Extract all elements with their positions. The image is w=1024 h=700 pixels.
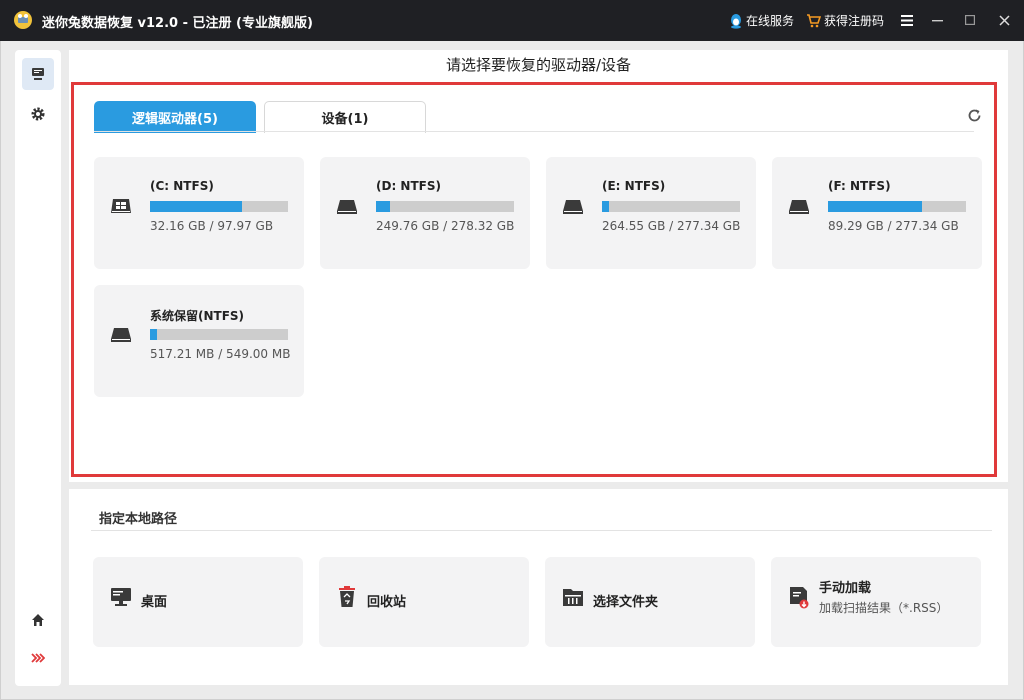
drive-card-c[interactable]: (C: NTFS) 32.16 GB / 97.97 GB bbox=[94, 157, 304, 269]
drive-monitor-icon bbox=[32, 68, 44, 80]
cart-icon bbox=[807, 14, 821, 28]
location-recycle-bin[interactable]: 回收站 bbox=[319, 557, 529, 647]
refresh-button[interactable] bbox=[964, 105, 984, 125]
app-logo-icon bbox=[14, 11, 32, 29]
online-service-label: 在线服务 bbox=[746, 14, 795, 28]
location-desktop[interactable]: 桌面 bbox=[93, 557, 303, 647]
drive-name: (E: NTFS) bbox=[602, 179, 666, 193]
usage-bar bbox=[150, 201, 288, 212]
location-select-folder[interactable]: 选择文件夹 bbox=[545, 557, 755, 647]
drive-card-d[interactable]: (D: NTFS) 249.76 GB / 278.32 GB bbox=[320, 157, 530, 269]
section-divider bbox=[91, 530, 992, 531]
double-chevron-right-icon bbox=[31, 653, 45, 663]
load-file-icon bbox=[790, 587, 809, 609]
drive-name: 系统保留(NTFS) bbox=[150, 309, 245, 323]
folder-icon bbox=[563, 589, 583, 606]
usage-fill bbox=[828, 201, 922, 212]
tab-devices[interactable]: 设备(1) bbox=[264, 101, 426, 133]
location-label: 手动加载 bbox=[819, 581, 872, 596]
online-service-button[interactable]: 在线服务 bbox=[729, 12, 794, 29]
location-label: 选择文件夹 bbox=[593, 595, 659, 610]
drive-name: (C: NTFS) bbox=[150, 179, 214, 193]
menu-button[interactable] bbox=[896, 8, 918, 32]
sidebar-recover-button[interactable] bbox=[22, 58, 54, 90]
section-title: 指定本地路径 bbox=[99, 512, 178, 527]
minimize-button[interactable] bbox=[926, 8, 948, 32]
usage-bar bbox=[376, 201, 514, 212]
drive-size: 517.21 MB / 549.00 MB bbox=[150, 347, 291, 361]
hamburger-icon bbox=[901, 14, 913, 26]
gear-icon bbox=[31, 107, 45, 121]
windows-drive-icon bbox=[111, 199, 131, 213]
minimize-icon bbox=[931, 19, 943, 21]
usage-fill bbox=[150, 329, 157, 340]
drive-icon bbox=[111, 328, 131, 342]
drive-size: 89.29 GB / 277.34 GB bbox=[828, 219, 959, 233]
close-button[interactable] bbox=[993, 8, 1015, 32]
drive-name: (D: NTFS) bbox=[376, 179, 441, 193]
home-icon bbox=[32, 614, 44, 626]
drive-selection-area: 逻辑驱动器(5) 设备(1) (C: NTFS) 32.16 GB / 97.9… bbox=[71, 82, 997, 477]
location-sublabel: 加载扫描结果（*.RSS） bbox=[819, 601, 949, 615]
page-title: 请选择要恢复的驱动器/设备 bbox=[445, 56, 632, 74]
drive-size: 264.55 GB / 277.34 GB bbox=[602, 219, 741, 233]
local-path-panel: 指定本地路径 桌面 回收站 选择文件夹 手动加载 加载扫描结果（*.RSS） bbox=[69, 489, 1008, 685]
location-label: 桌面 bbox=[141, 595, 168, 610]
maximize-icon bbox=[965, 15, 975, 25]
drive-size: 32.16 GB / 97.97 GB bbox=[150, 219, 274, 233]
sidebar-expand-button[interactable] bbox=[22, 642, 54, 674]
drive-name: (F: NTFS) bbox=[828, 179, 891, 193]
get-code-button[interactable]: 获得注册码 bbox=[806, 12, 884, 29]
usage-fill bbox=[602, 201, 609, 212]
drive-card-system-reserved[interactable]: 系统保留(NTFS) 517.21 MB / 549.00 MB bbox=[94, 285, 304, 397]
title-bar: 迷你兔数据恢复 v12.0 - 已注册 (专业旗舰版) 在线服务 获得注册码 bbox=[0, 0, 1024, 41]
drive-icon bbox=[563, 200, 583, 214]
qq-penguin-icon bbox=[731, 13, 741, 29]
desktop-icon bbox=[111, 588, 131, 606]
sidebar-settings-button[interactable] bbox=[22, 98, 54, 130]
recycle-bin-icon bbox=[339, 586, 355, 607]
drive-icon bbox=[337, 200, 357, 214]
usage-fill bbox=[150, 201, 243, 212]
drive-card-e[interactable]: (E: NTFS) 264.55 GB / 277.34 GB bbox=[546, 157, 756, 269]
usage-bar bbox=[150, 329, 288, 340]
refresh-icon bbox=[968, 109, 980, 121]
get-code-label: 获得注册码 bbox=[824, 14, 885, 28]
close-icon bbox=[998, 14, 1010, 26]
maximize-button[interactable] bbox=[959, 8, 981, 32]
usage-bar bbox=[828, 201, 966, 212]
sidebar bbox=[15, 50, 61, 686]
tab-divider bbox=[94, 131, 974, 132]
usage-fill bbox=[376, 201, 390, 212]
location-label: 回收站 bbox=[367, 595, 407, 610]
window-title: 迷你兔数据恢复 v12.0 - 已注册 (专业旗舰版) bbox=[42, 16, 313, 31]
sidebar-home-button[interactable] bbox=[22, 604, 54, 636]
drive-size: 249.76 GB / 278.32 GB bbox=[376, 219, 515, 233]
tab-logical-drives[interactable]: 逻辑驱动器(5) bbox=[94, 101, 256, 133]
usage-bar bbox=[602, 201, 740, 212]
drive-card-f[interactable]: (F: NTFS) 89.29 GB / 277.34 GB bbox=[772, 157, 982, 269]
location-manual-load[interactable]: 手动加载 加载扫描结果（*.RSS） bbox=[771, 557, 981, 647]
drive-icon bbox=[789, 200, 809, 214]
